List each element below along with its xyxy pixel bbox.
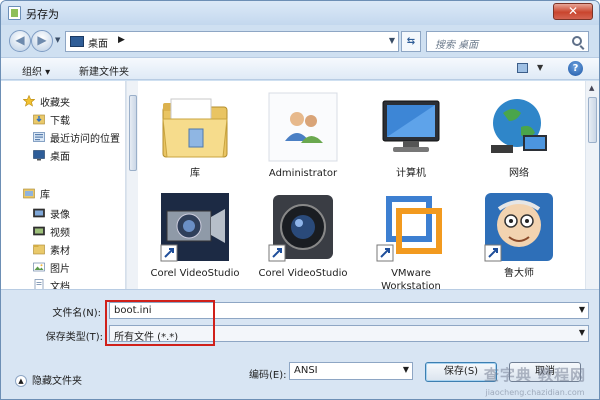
sidebar-item-label: 下载	[50, 116, 70, 127]
file-item-ludashi[interactable]: 鲁大师	[469, 185, 569, 289]
recent-pages-dropdown[interactable]: ▼	[55, 36, 63, 46]
address-bar[interactable]: 桌面 ▶ ▼	[65, 31, 399, 52]
computer-icon	[375, 91, 447, 163]
refresh-button[interactable]: ⇆	[401, 31, 421, 52]
network-globe-icon	[483, 91, 555, 163]
file-item-name: VMware Workstation	[381, 268, 441, 289]
hide-folders-label: 隐藏文件夹	[32, 376, 82, 387]
desktop-icon	[70, 36, 84, 47]
new-folder-button[interactable]: 新建文件夹	[79, 63, 129, 78]
file-item-name: 库	[190, 168, 200, 179]
sidebar-item-label: 最近访问的位置	[50, 134, 120, 145]
change-view-icon[interactable]	[517, 63, 528, 73]
file-list-scrollbar[interactable]: ▲	[585, 81, 599, 289]
forward-button[interactable]: ▶	[31, 30, 53, 52]
encoding-dropdown-icon[interactable]: ▼	[403, 365, 409, 374]
help-button[interactable]: ?	[568, 61, 583, 76]
file-list: 库 Administrator 计算机 网络 Corel VideoStudio…	[139, 81, 585, 289]
file-item-name: Corel VideoStudio	[258, 268, 348, 279]
videos-icon	[33, 225, 45, 236]
breadcrumb-arrow-icon[interactable]: ▶	[118, 35, 125, 45]
documents-icon	[33, 279, 45, 289]
materials-folder-icon	[33, 243, 45, 255]
filetype-dropdown-icon[interactable]: ▼	[579, 328, 585, 337]
navigation-scrollbar[interactable]	[126, 81, 138, 289]
pictures-icon	[33, 261, 45, 272]
collapse-up-icon: ▲	[15, 375, 27, 387]
sidebar-item-label: 录像	[50, 210, 70, 221]
file-item-name: 鲁大师	[504, 268, 534, 279]
library-icon	[23, 187, 35, 199]
file-item-name: Corel VideoStudio	[150, 268, 240, 279]
file-item-name: 网络	[509, 168, 529, 179]
encoding-label: 编码(E):	[249, 370, 287, 381]
file-item-name: 计算机	[396, 168, 426, 179]
save-as-dialog: 另存为 ✕ ◀ ▶ ▼ 桌面 ▶ ▼ ⇆ 搜索 桌面 组织 ▾ 新建文件夹 ▼ …	[0, 0, 600, 400]
title-bar: 另存为 ✕	[1, 1, 599, 25]
encoding-value[interactable]: ANSI	[294, 365, 318, 376]
search-placeholder: 搜索 桌面	[435, 40, 479, 51]
navigation-scrollbar-thumb[interactable]	[129, 95, 137, 171]
file-item-network[interactable]: 网络	[469, 85, 569, 197]
watermark-text: 查字典 教程网	[483, 366, 587, 384]
sidebar-item-label: 图片	[50, 264, 70, 275]
file-item-libraries[interactable]: 库	[145, 85, 245, 197]
watermark-url: jiaocheng.chazidian.com	[485, 388, 585, 397]
download-folder-icon	[33, 113, 45, 125]
video-library-icon	[33, 207, 45, 218]
file-item-computer[interactable]: 计算机	[361, 85, 461, 197]
notepad-icon	[8, 6, 21, 20]
file-item-corel-videostudio-2[interactable]: Corel VideoStudio	[253, 185, 353, 289]
annotation-highlight-box	[105, 300, 215, 346]
close-button[interactable]: ✕	[553, 3, 593, 20]
file-item-corel-videostudio-1[interactable]: Corel VideoStudio	[145, 185, 245, 289]
ludashi-icon	[483, 191, 555, 263]
sidebar-item-label: 桌面	[50, 152, 70, 163]
sidebar-item-label: 文档	[50, 282, 70, 289]
filename-dropdown-icon[interactable]: ▼	[579, 305, 585, 314]
back-button[interactable]: ◀	[9, 30, 31, 52]
address-dropdown-icon[interactable]: ▼	[389, 36, 395, 45]
user-folder-icon	[267, 91, 339, 163]
sidebar-item-label: 库	[40, 190, 50, 201]
vmware-icon	[375, 191, 447, 263]
file-list-scrollbar-thumb[interactable]	[588, 97, 597, 143]
corel-lens-icon	[267, 191, 339, 263]
file-item-vmware-workstation[interactable]: VMware Workstation	[361, 185, 461, 289]
command-toolbar: 组织 ▾ 新建文件夹 ▼ ?	[1, 57, 599, 80]
scroll-up-icon[interactable]: ▲	[589, 84, 594, 92]
star-icon	[22, 94, 36, 107]
save-form: 文件名(N): boot.ini ▼ 保存类型(T): 所有文件 (*.*) ▼…	[1, 289, 599, 399]
recent-places-icon	[33, 131, 45, 142]
sidebar-item-label: 素材	[50, 246, 70, 257]
corel-camera-icon	[159, 191, 231, 263]
search-icon[interactable]	[572, 36, 582, 46]
hide-folders-toggle[interactable]: ▲ 隐藏文件夹	[15, 372, 82, 387]
sidebar-item-label: 收藏夹	[40, 98, 70, 109]
sidebar-item-label: 视频	[50, 228, 70, 239]
file-item-name: Administrator	[268, 168, 338, 179]
desktop-icon	[33, 149, 45, 161]
address-row: ◀ ▶ ▼ 桌面 ▶ ▼ ⇆ 搜索 桌面	[1, 25, 599, 57]
window-title: 另存为	[26, 8, 59, 21]
address-location[interactable]: 桌面	[88, 35, 108, 50]
search-input[interactable]: 搜索 桌面	[426, 31, 589, 52]
organize-button[interactable]: 组织 ▾	[22, 63, 50, 78]
encoding-select[interactable]: ANSI ▼	[289, 362, 413, 380]
library-folder-icon	[159, 91, 231, 163]
file-item-administrator[interactable]: Administrator	[253, 85, 353, 197]
browser-pane: 收藏夹 下载 最近访问的位置 桌面 库 录像 视频 素材 图片 文档 库 Adm…	[1, 81, 599, 289]
filename-label: 文件名(N):	[52, 308, 101, 319]
view-options-dropdown-icon[interactable]: ▼	[537, 63, 543, 72]
navigation-pane: 收藏夹 下载 最近访问的位置 桌面 库 录像 视频 素材 图片 文档	[1, 81, 126, 289]
filetype-label: 保存类型(T):	[45, 332, 103, 343]
